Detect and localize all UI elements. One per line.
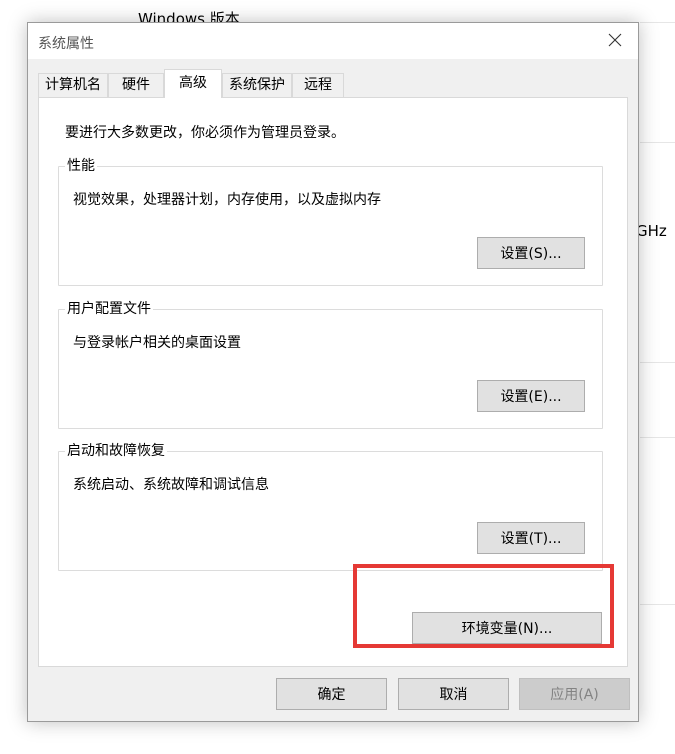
close-icon bbox=[608, 32, 622, 51]
tab-remote[interactable]: 远程 bbox=[292, 73, 344, 97]
divider bbox=[640, 22, 675, 23]
advanced-tab-panel: 要进行大多数更改，你必须作为管理员登录。 性能 视觉效果，处理器计划，内存使用，… bbox=[38, 97, 628, 667]
apply-button[interactable]: 应用(A) bbox=[519, 678, 630, 710]
startup-recovery-group-label: 启动和故障恢复 bbox=[65, 442, 167, 460]
performance-group-label: 性能 bbox=[65, 157, 97, 175]
performance-description: 视觉效果，处理器计划，内存使用，以及虚拟内存 bbox=[73, 192, 381, 208]
admin-notice: 要进行大多数更改，你必须作为管理员登录。 bbox=[65, 125, 345, 141]
startup-recovery-description: 系统启动、系统故障和调试信息 bbox=[73, 477, 269, 493]
title-bar[interactable]: 系统属性 bbox=[28, 23, 638, 59]
performance-settings-button[interactable]: 设置(S)... bbox=[477, 237, 585, 269]
tab-hardware[interactable]: 硬件 bbox=[108, 73, 164, 97]
user-profiles-settings-button[interactable]: 设置(E)... bbox=[477, 380, 585, 412]
dialog-title: 系统属性 bbox=[38, 36, 94, 52]
cpu-freq-fragment: GHz bbox=[636, 222, 667, 240]
divider bbox=[640, 142, 675, 143]
divider bbox=[640, 362, 675, 363]
startup-recovery-group: 启动和故障恢复 系统启动、系统故障和调试信息 设置(T)... bbox=[58, 442, 603, 571]
startup-recovery-settings-button[interactable]: 设置(T)... bbox=[477, 522, 585, 554]
tab-advanced[interactable]: 高级 bbox=[164, 69, 222, 98]
system-properties-dialog: 系统属性 计算机名 硬件 高级 系统保护 远程 要进行大多数更改，你必须作为管理… bbox=[27, 22, 639, 722]
environment-variables-button[interactable]: 环境变量(N)... bbox=[412, 612, 602, 644]
user-profiles-group: 用户配置文件 与登录帐户相关的桌面设置 设置(E)... bbox=[58, 300, 603, 429]
user-profiles-group-label: 用户配置文件 bbox=[65, 300, 153, 318]
ok-button[interactable]: 确定 bbox=[276, 678, 387, 710]
divider bbox=[640, 437, 675, 438]
close-button[interactable] bbox=[592, 23, 638, 59]
cancel-button[interactable]: 取消 bbox=[398, 678, 509, 710]
performance-group: 性能 视觉效果，处理器计划，内存使用，以及虚拟内存 设置(S)... bbox=[58, 157, 603, 286]
divider bbox=[640, 604, 675, 605]
user-profiles-description: 与登录帐户相关的桌面设置 bbox=[73, 335, 241, 351]
tab-computer-name[interactable]: 计算机名 bbox=[38, 73, 108, 97]
tab-system-protection[interactable]: 系统保护 bbox=[222, 73, 292, 97]
